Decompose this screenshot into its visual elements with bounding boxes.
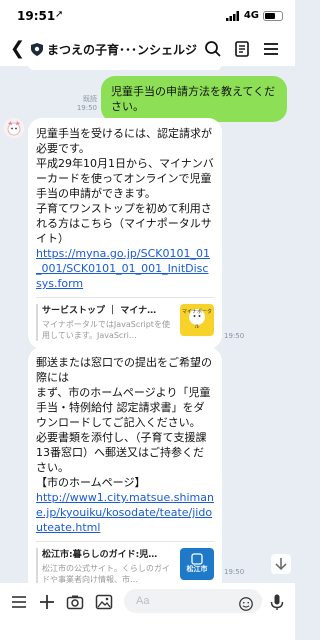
bot-message-bubble-2[interactable]: 郵送または窓口での提出をご希望の際には まず、市のホームページより「児童手当・特… xyxy=(28,347,222,583)
link-preview-card[interactable]: サービストップ ｜ マイナ… マイナポータルではJavaScriptを使用してい… xyxy=(36,297,214,341)
user-message-meta: 既読 19:50 xyxy=(77,95,97,113)
link-preview-card-2[interactable]: 松江市:暮らしのガイド:児… 松江市の公式サイト。くらしのガイドや事業者向け情報… xyxy=(36,541,214,583)
link-preview-thumbnail-label-2: 松江市 xyxy=(186,565,208,573)
bot-message-bubble[interactable]: 児童手当を受けるには、認定請求が必要です。 平成29年10月1日から、マイナンバ… xyxy=(28,118,222,349)
status-time: 19:51 xyxy=(17,9,56,23)
link-preview-thumbnail-label: マイナポータル xyxy=(182,309,212,330)
search-icon[interactable] xyxy=(204,40,222,58)
network-type: 4G xyxy=(243,10,259,21)
bot-character-icon xyxy=(4,118,24,138)
menu-icon[interactable] xyxy=(262,40,280,58)
user-message-text: 児童手当の申請方法を教えてください。 xyxy=(111,85,276,113)
battery-icon xyxy=(263,10,283,21)
chat-header: ❮ まつえの子育･･･ンシェルジュ xyxy=(0,32,295,66)
camera-icon[interactable] xyxy=(66,593,84,611)
bot-message-time-2: 19:50 xyxy=(224,568,245,576)
chat-area[interactable]: 児童手当の申請方法を教えてください。 既読 19:50 児童手当を受けるには、認… xyxy=(0,66,295,583)
chat-title[interactable]: まつえの子育･･･ンシェルジュ xyxy=(47,41,197,58)
status-indicators: 4G xyxy=(225,10,283,21)
scroll-down-button[interactable] xyxy=(271,554,291,574)
message-input-bar xyxy=(0,583,295,640)
bot-message-text: 児童手当を受けるには、認定請求が必要です。 平成29年10月1日から、マイナンバ… xyxy=(36,127,214,245)
location-arrow-icon: ➚ xyxy=(55,9,64,20)
signal-icon xyxy=(225,10,239,21)
emoji-icon[interactable] xyxy=(238,596,254,612)
bot-avatar[interactable] xyxy=(4,118,24,138)
link-preview-thumbnail: マイナポータル xyxy=(180,304,214,336)
plus-icon[interactable] xyxy=(38,593,56,611)
previous-bot-message-edge xyxy=(28,66,222,70)
arrow-down-icon xyxy=(275,558,287,571)
user-message-bubble[interactable]: 児童手当の申請方法を教えてください。 xyxy=(101,76,287,122)
microphone-icon[interactable] xyxy=(268,593,286,611)
back-icon[interactable]: ❮ xyxy=(10,38,25,59)
read-receipt: 既読 xyxy=(83,95,97,103)
bot-message-text-2: 郵送または窓口での提出をご希望の際には まず、市のホームページより「児童手当・特… xyxy=(36,356,212,489)
mynaportal-link[interactable]: https://myna.go.jp/SCK0101_01_001/SCK010… xyxy=(36,246,214,291)
user-message-time: 19:50 xyxy=(76,104,97,112)
bot-message-time: 19:50 xyxy=(224,332,245,340)
link-preview-thumbnail-2: 松江市 xyxy=(180,548,214,580)
official-shield-icon xyxy=(31,43,43,56)
status-bar: 19:51 ➚ 4G xyxy=(0,0,295,32)
notes-icon[interactable] xyxy=(233,40,251,58)
menu-toggle-icon[interactable] xyxy=(10,593,28,611)
image-icon[interactable] xyxy=(95,593,113,611)
city-homepage-link[interactable]: http://www1.city.matsue.shimane.jp/kyoui… xyxy=(36,490,214,535)
